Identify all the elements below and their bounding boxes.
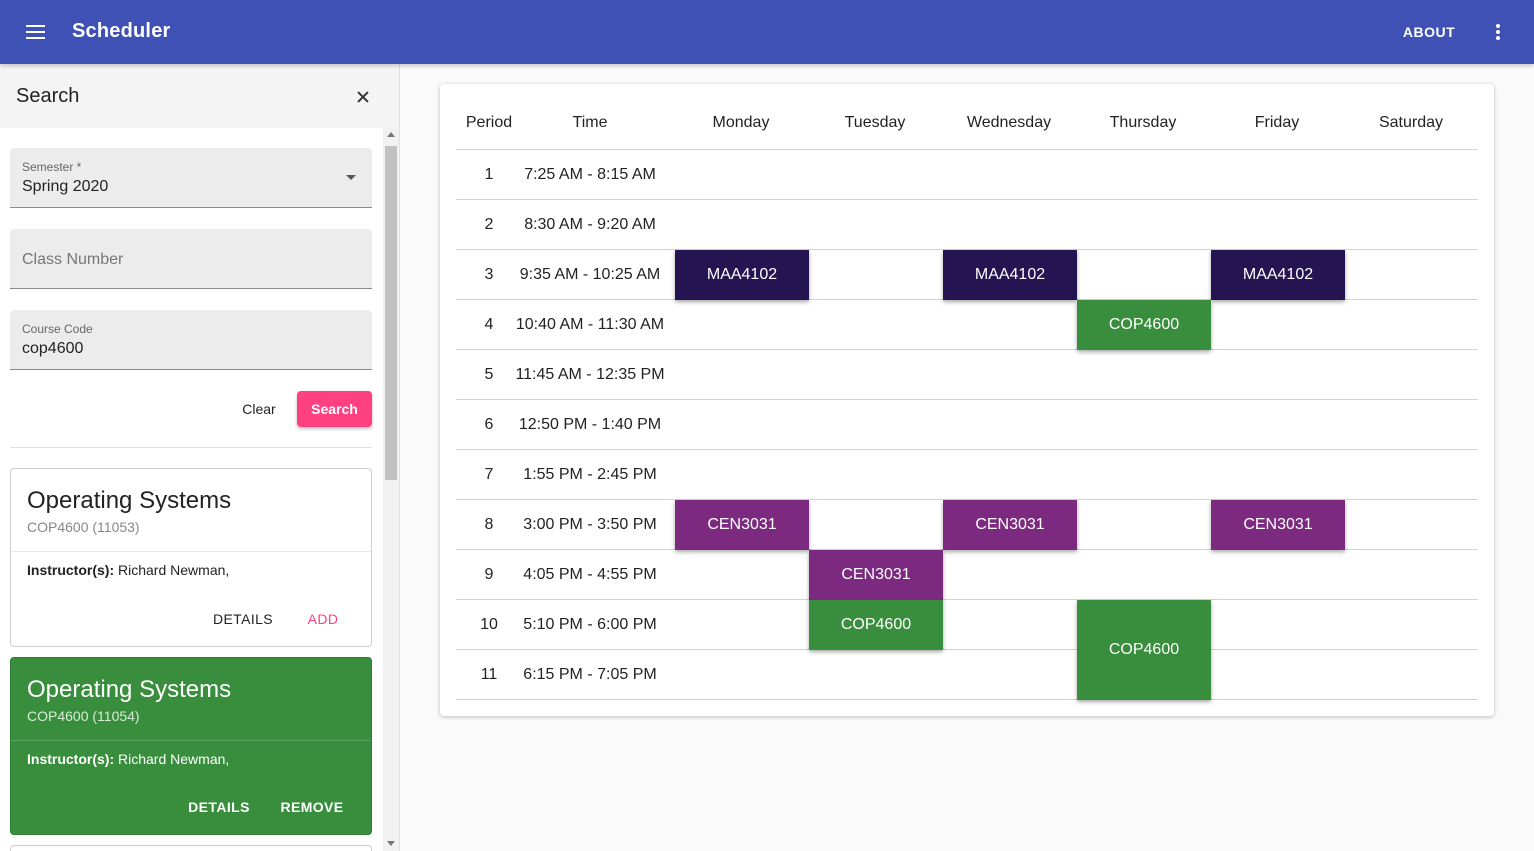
- scroll-down-arrow-icon[interactable]: [387, 841, 395, 846]
- course-block-maa4102[interactable]: MAA4102: [943, 250, 1077, 300]
- course-block-cop4600[interactable]: COP4600: [809, 600, 943, 650]
- period-time: 6:15 PM - 7:05 PM: [523, 666, 657, 683]
- semester-select[interactable]: Semester * Spring 2020: [10, 148, 372, 208]
- course-block-maa4102[interactable]: MAA4102: [675, 250, 809, 300]
- column-header-thursday: Thursday: [1109, 114, 1177, 131]
- course-block-cen3031[interactable]: CEN3031: [675, 500, 809, 550]
- app-title: Scheduler: [72, 20, 171, 42]
- sidebar-header: Search: [0, 64, 399, 128]
- class-number-field[interactable]: Class Number: [10, 229, 372, 289]
- period-time: 3:00 PM - 3:50 PM: [523, 516, 657, 533]
- close-icon[interactable]: [350, 84, 376, 110]
- period-time: 5:10 PM - 6:00 PM: [523, 616, 657, 633]
- about-button[interactable]: ABOUT: [1394, 18, 1464, 46]
- course-code-field[interactable]: Course Code cop4600: [10, 310, 372, 370]
- column-header-wednesday: Wednesday: [966, 114, 1052, 131]
- clear-button[interactable]: Clear: [231, 391, 287, 427]
- period-time: 4:05 PM - 4:55 PM: [523, 566, 657, 583]
- search-sidebar: Search Semester * Spring 2020 Class Numb…: [0, 64, 400, 851]
- menu-icon[interactable]: [16, 16, 56, 48]
- period-time: 7:25 AM - 8:15 AM: [524, 166, 656, 183]
- instructor-label: Instructor(s):: [27, 751, 115, 767]
- details-button[interactable]: DETAILS: [207, 604, 279, 634]
- column-header-friday: Friday: [1254, 114, 1300, 131]
- semester-label: Semester *: [22, 160, 82, 174]
- course-title: Operating Systems: [27, 487, 232, 514]
- course-result-card-added: Operating Systems COP4600 (11054) Instru…: [10, 657, 372, 835]
- period-time: 11:45 AM - 12:35 PM: [515, 366, 665, 383]
- course-instructor: Instructor(s): Richard Newman,: [27, 562, 229, 578]
- course-instructor: Instructor(s): Richard Newman,: [27, 751, 229, 767]
- course-block-cen3031[interactable]: CEN3031: [943, 500, 1077, 550]
- instructor-name: Richard Newman,: [114, 562, 230, 578]
- card-divider: [11, 551, 371, 552]
- course-block-maa4102[interactable]: MAA4102: [1211, 250, 1345, 300]
- period-time: 8:30 AM - 9:20 AM: [524, 216, 656, 233]
- semester-value: Spring 2020: [22, 178, 109, 195]
- remove-button[interactable]: REMOVE: [277, 792, 347, 822]
- scroll-up-arrow-icon[interactable]: [387, 132, 395, 137]
- course-code: COP4600 (11054): [27, 708, 140, 724]
- scroll-thumb[interactable]: [385, 146, 397, 480]
- column-header-tuesday: Tuesday: [844, 114, 906, 131]
- course-block-cop4600[interactable]: COP4600: [1077, 300, 1211, 350]
- add-button[interactable]: ADD: [301, 604, 345, 634]
- course-block-cop4600[interactable]: COP4600: [1077, 600, 1211, 700]
- column-header-monday: Monday: [712, 114, 770, 131]
- dropdown-arrow-icon[interactable]: [346, 175, 356, 180]
- card-divider: [11, 740, 371, 741]
- course-block-cen3031[interactable]: CEN3031: [809, 550, 943, 600]
- divider: [10, 447, 372, 448]
- period-time: 9:35 AM - 10:25 AM: [519, 266, 661, 283]
- course-title: Operating Systems: [27, 676, 232, 703]
- instructor-name: Richard Newman,: [114, 751, 230, 767]
- sidebar-title: Search: [16, 85, 80, 107]
- class-number-placeholder: Class Number: [22, 251, 124, 268]
- course-code: COP4600 (11053): [27, 519, 140, 535]
- course-code-label: Course Code: [22, 322, 93, 336]
- column-header-saturday: Saturday: [1378, 114, 1444, 131]
- course-code-value: cop4600: [22, 340, 84, 357]
- timetable: Period Time Monday Tuesday Wednesday Thursday…: [440, 84, 1494, 716]
- app-bar: Scheduler ABOUT: [0, 0, 1534, 64]
- search-button[interactable]: Search: [297, 391, 372, 427]
- period-time: 12:50 PM - 1:40 PM: [518, 416, 662, 433]
- instructor-label: Instructor(s):: [27, 562, 115, 578]
- period-time: 10:40 AM - 11:30 AM: [515, 316, 665, 333]
- course-result-card-partial: [10, 845, 372, 851]
- sidebar-scrollbar[interactable]: [383, 128, 399, 851]
- course-result-card: Operating Systems COP4600 (11053) Instru…: [10, 468, 372, 647]
- course-block-cen3031[interactable]: CEN3031: [1211, 500, 1345, 550]
- column-header-time: Time: [572, 114, 608, 131]
- period-time: 1:55 PM - 2:45 PM: [523, 466, 657, 483]
- more-vert-icon[interactable]: [1484, 20, 1512, 46]
- details-button[interactable]: DETAILS: [183, 792, 255, 822]
